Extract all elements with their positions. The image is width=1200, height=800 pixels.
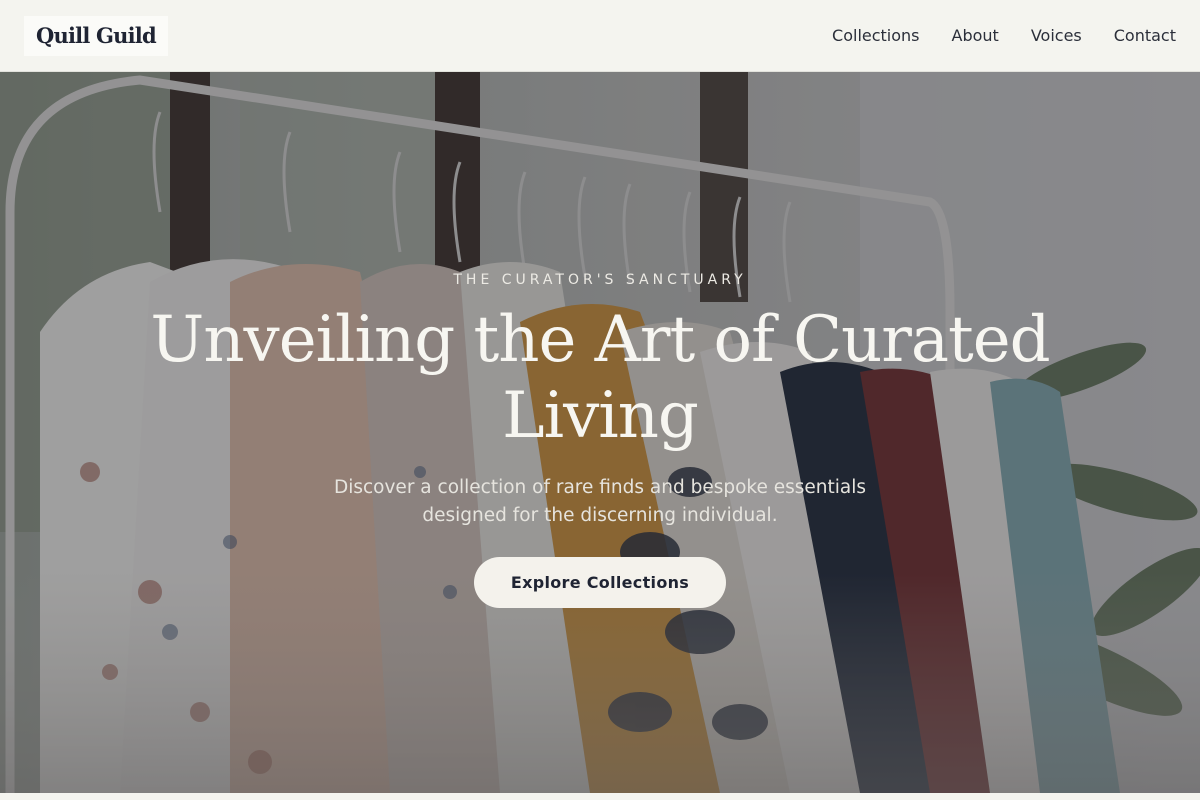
nav-link-voices[interactable]: Voices bbox=[1031, 26, 1082, 45]
hero-content: THE CURATOR'S SANCTUARY Unveiling the Ar… bbox=[0, 72, 1200, 793]
hero-section: THE CURATOR'S SANCTUARY Unveiling the Ar… bbox=[0, 72, 1200, 793]
main-nav: Collections About Voices Contact bbox=[832, 26, 1176, 45]
explore-collections-button[interactable]: Explore Collections bbox=[474, 557, 726, 608]
hero-subtitle: Discover a collection of rare finds and … bbox=[333, 477, 867, 526]
nav-link-about[interactable]: About bbox=[952, 26, 999, 45]
hero-eyebrow: THE CURATOR'S SANCTUARY bbox=[453, 272, 747, 288]
nav-link-contact[interactable]: Contact bbox=[1114, 26, 1176, 45]
page-bottom-edge bbox=[0, 793, 1200, 800]
top-navigation-bar: Quill Guild Collections About Voices Con… bbox=[0, 0, 1200, 72]
brand-logo[interactable]: Quill Guild bbox=[24, 15, 168, 56]
nav-link-collections[interactable]: Collections bbox=[832, 26, 919, 45]
hero-headline: Unveiling the Art of Curated Living bbox=[150, 303, 1050, 453]
